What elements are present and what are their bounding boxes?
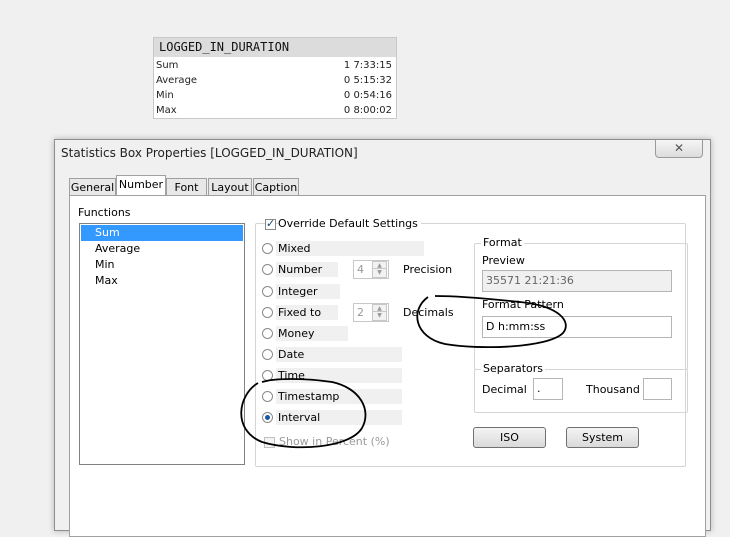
- annotation-overlay: [240, 295, 567, 449]
- annotation-circle-interval: [240, 378, 367, 449]
- annotation-circle-format-pattern: [416, 295, 567, 349]
